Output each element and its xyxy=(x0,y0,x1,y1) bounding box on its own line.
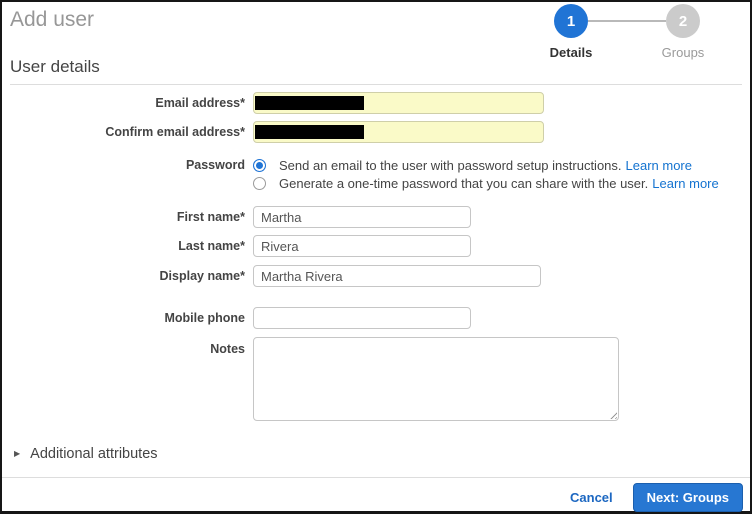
step-indicator: 1 Details 2 Groups xyxy=(537,4,717,60)
first-name-input[interactable] xyxy=(253,206,471,228)
first-name-row: First name* xyxy=(2,206,750,228)
section-title: User details xyxy=(10,57,100,76)
step-2-number: 2 xyxy=(678,12,688,30)
redaction-overlay xyxy=(255,125,364,139)
password-option-one-time[interactable]: Generate a one-time password that you ca… xyxy=(253,174,719,192)
last-name-input[interactable] xyxy=(253,235,471,257)
mobile-phone-input[interactable] xyxy=(253,307,471,329)
step-connector-line xyxy=(588,20,666,22)
confirm-email-label: Confirm email address* xyxy=(105,125,245,139)
additional-attributes-toggle[interactable]: ▶ Additional attributes xyxy=(14,445,750,463)
learn-more-link-2[interactable]: Learn more xyxy=(652,176,718,191)
step-1-label: Details xyxy=(549,45,593,60)
last-name-row: Last name* xyxy=(2,235,750,257)
additional-attributes-label: Additional attributes xyxy=(30,446,158,462)
step-2-label: Groups xyxy=(661,45,705,60)
step-1-number: 1 xyxy=(566,12,576,30)
step-groups[interactable]: 2 Groups xyxy=(649,4,717,60)
password-option-2-text: Generate a one-time password that you ca… xyxy=(279,175,719,191)
email-label: Email address* xyxy=(155,96,245,110)
display-name-input[interactable] xyxy=(253,265,541,287)
first-name-label: First name* xyxy=(176,210,245,224)
redaction-overlay xyxy=(255,96,364,110)
step-2-circle: 2 xyxy=(666,4,700,38)
password-options: Send an email to the user with password … xyxy=(253,156,719,192)
step-1-circle: 1 xyxy=(554,4,588,38)
display-name-label: Display name* xyxy=(159,269,245,283)
add-user-page: Add user 1 Details 2 Groups User details… xyxy=(2,4,750,516)
footer: Cancel Next: Groups xyxy=(2,478,750,516)
mobile-phone-label: Mobile phone xyxy=(164,311,245,325)
confirm-email-field-wrap xyxy=(253,121,544,143)
chevron-right-icon: ▶ xyxy=(14,449,21,458)
cancel-button[interactable]: Cancel xyxy=(570,490,613,505)
notes-row: Notes xyxy=(2,337,750,421)
confirm-email-row: Confirm email address* xyxy=(2,121,750,143)
user-details-form: Email address* Confirm email address* Pa… xyxy=(2,85,750,421)
mobile-phone-row: Mobile phone xyxy=(2,307,750,329)
learn-more-link-1[interactable]: Learn more xyxy=(626,158,692,173)
radio-selected-icon[interactable] xyxy=(253,158,266,172)
next-groups-button[interactable]: Next: Groups xyxy=(632,482,743,512)
email-row: Email address* xyxy=(2,92,750,114)
radio-unselected-icon[interactable] xyxy=(253,176,266,190)
notes-field-wrap xyxy=(253,337,619,421)
notes-textarea[interactable] xyxy=(253,337,619,421)
email-field-wrap xyxy=(253,92,544,114)
step-details[interactable]: 1 Details xyxy=(537,4,605,60)
notes-label: Notes xyxy=(210,342,245,356)
last-name-label: Last name* xyxy=(178,239,245,253)
password-label: Password xyxy=(185,158,245,172)
display-name-row: Display name* xyxy=(2,265,750,287)
password-option-1-text: Send an email to the user with password … xyxy=(279,157,692,173)
password-row: Password Send an email to the user with … xyxy=(2,156,750,192)
password-option-email-setup[interactable]: Send an email to the user with password … xyxy=(253,156,719,174)
